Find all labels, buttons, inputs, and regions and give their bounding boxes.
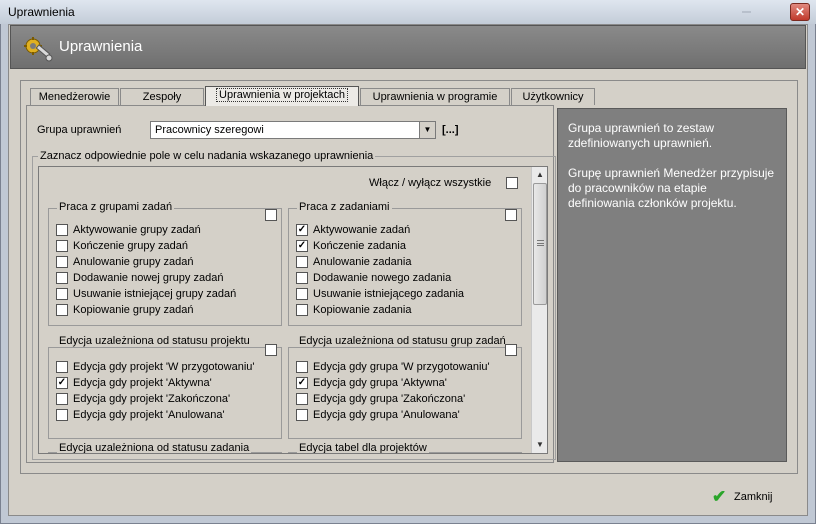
info-paragraph: Grupę uprawnień Menedżer przypisuje do p… [568, 166, 775, 210]
permission-checkbox[interactable] [56, 288, 68, 300]
section-title: Edycja uzależniona od statusu projektu [57, 335, 252, 347]
permission-checkbox[interactable] [296, 272, 308, 284]
section-toggle-checkbox[interactable] [265, 209, 277, 221]
section-toggle-checkbox[interactable] [505, 344, 517, 356]
header-title: Uprawnienia [59, 38, 143, 55]
tab-label: Menedżerowie [38, 91, 111, 103]
close-window-button[interactable]: ✕ [790, 3, 810, 21]
permissions-group-title: Zaznacz odpowiednie pole w celu nadania … [38, 150, 376, 162]
checkmark-icon: ✔ [712, 487, 727, 506]
header-band: Uprawnienia [10, 25, 806, 69]
title-bar[interactable]: Uprawnienia ✕ [0, 0, 816, 24]
tab-label: Zespoły [142, 91, 182, 103]
permission-checkbox[interactable] [56, 304, 68, 316]
permission-label: Edycja gdy projekt 'Aktywna' [73, 377, 212, 389]
vertical-scrollbar[interactable]: ▲ ▼ [531, 167, 547, 453]
section-toggle-checkbox[interactable] [505, 209, 517, 221]
group-more-button[interactable]: [...] [442, 124, 459, 136]
minimize-icon [738, 4, 756, 16]
tab-uprawnienia-w-projektach[interactable]: Uprawnienia w projektach [205, 86, 359, 106]
wrench-gear-icon [24, 37, 53, 62]
close-button[interactable]: ✔ Zamknij [706, 486, 782, 508]
permission-checkbox[interactable] [296, 256, 308, 268]
permission-label: Kopiowanie grupy zadań [73, 304, 194, 316]
permission-checkbox[interactable] [56, 224, 68, 236]
permission-label: Edycja gdy grupa 'Zakończona' [313, 393, 466, 405]
window-title: Uprawnienia [8, 5, 75, 19]
permission-label: Kończenie zadania [313, 240, 406, 252]
section-toggle-checkbox[interactable] [265, 344, 277, 356]
permission-checkbox[interactable] [296, 361, 308, 373]
permission-checkbox[interactable] [296, 288, 308, 300]
section-title: Praca z zadaniami [297, 201, 392, 213]
permission-label: Aktywowanie zadań [313, 224, 411, 236]
toggle-all-label: Włącz / wyłącz wszystkie [369, 177, 492, 189]
section-title: Edycja uzależniona od statusu zadania [57, 442, 252, 454]
permission-label: Kopiowanie zadania [313, 304, 412, 316]
group-select[interactable]: Pracownicy szeregowi ▼ [150, 121, 436, 139]
permission-checkbox[interactable] [56, 256, 68, 268]
tab-uzytkownicy[interactable]: Użytkownicy [511, 88, 595, 105]
permission-label: Dodawanie nowego zadania [313, 272, 452, 284]
permission-label: Usuwanie istniejącej grupy zadań [73, 288, 237, 300]
permission-label: Edycja gdy projekt 'Anulowana' [73, 409, 225, 421]
tab-label: Uprawnienia w projektach [216, 88, 348, 102]
permission-label: Usuwanie istniejącego zadania [313, 288, 465, 300]
toggle-all-checkbox[interactable] [506, 177, 518, 189]
permission-checkbox[interactable]: ✓ [56, 377, 68, 389]
permission-checkbox[interactable]: ✓ [296, 224, 308, 236]
group-select-value: Pracownicy szeregowi [155, 124, 264, 136]
permission-checkbox[interactable] [56, 272, 68, 284]
permission-checkbox[interactable] [56, 409, 68, 421]
permissions-scroll-area: Włącz / wyłącz wszystkie Praca z grupami… [38, 166, 548, 454]
permission-label: Dodawanie nowej grupy zadań [73, 272, 224, 284]
permission-checkbox[interactable] [56, 361, 68, 373]
permission-label: Kończenie grupy zadań [73, 240, 188, 252]
section-title: Edycja tabel dla projektów [297, 442, 429, 454]
group-label: Grupa uprawnień [37, 124, 122, 136]
permission-checkbox[interactable]: ✓ [296, 377, 308, 389]
dropdown-arrow-icon[interactable]: ▼ [419, 122, 435, 138]
scroll-up-icon[interactable]: ▲ [532, 167, 548, 183]
tab-label: Uprawnienia w programie [372, 91, 498, 103]
close-button-label: Zamknij [734, 491, 773, 503]
permission-label: Edycja gdy grupa 'Anulowana' [313, 409, 460, 421]
scroll-down-icon[interactable]: ▼ [532, 437, 548, 453]
permission-label: Anulowanie grupy zadań [73, 256, 194, 268]
tab-zespoly[interactable]: Zespoły [120, 88, 204, 105]
section-title: Edycja uzależniona od statusu grup zadań [297, 335, 508, 347]
permission-checkbox[interactable] [296, 304, 308, 316]
info-paragraph: Grupa uprawnień to zestaw zdefiniowanych… [568, 121, 715, 150]
permission-label: Anulowanie zadania [313, 256, 412, 268]
section-title: Praca z grupami zadań [57, 201, 175, 213]
permission-label: Edycja gdy grupa 'W przygotowaniu' [313, 361, 490, 373]
tab-label: Użytkownicy [522, 91, 584, 103]
permission-label: Aktywowanie grupy zadań [73, 224, 201, 236]
permission-label: Edycja gdy projekt 'W przygotowaniu' [73, 361, 255, 373]
permission-checkbox[interactable] [56, 240, 68, 252]
tab-menedzerowie[interactable]: Menedżerowie [30, 88, 119, 105]
permission-label: Edycja gdy projekt 'Zakończona' [73, 393, 231, 405]
permission-label: Edycja gdy grupa 'Aktywna' [313, 377, 447, 389]
permission-checkbox[interactable] [296, 393, 308, 405]
info-panel: Grupa uprawnień to zestaw zdefiniowanych… [557, 108, 787, 462]
permission-checkbox[interactable] [296, 409, 308, 421]
permission-checkbox[interactable]: ✓ [296, 240, 308, 252]
tab-uprawnienia-w-programie[interactable]: Uprawnienia w programie [360, 88, 510, 105]
scroll-thumb[interactable] [533, 183, 547, 305]
permission-checkbox[interactable] [56, 393, 68, 405]
